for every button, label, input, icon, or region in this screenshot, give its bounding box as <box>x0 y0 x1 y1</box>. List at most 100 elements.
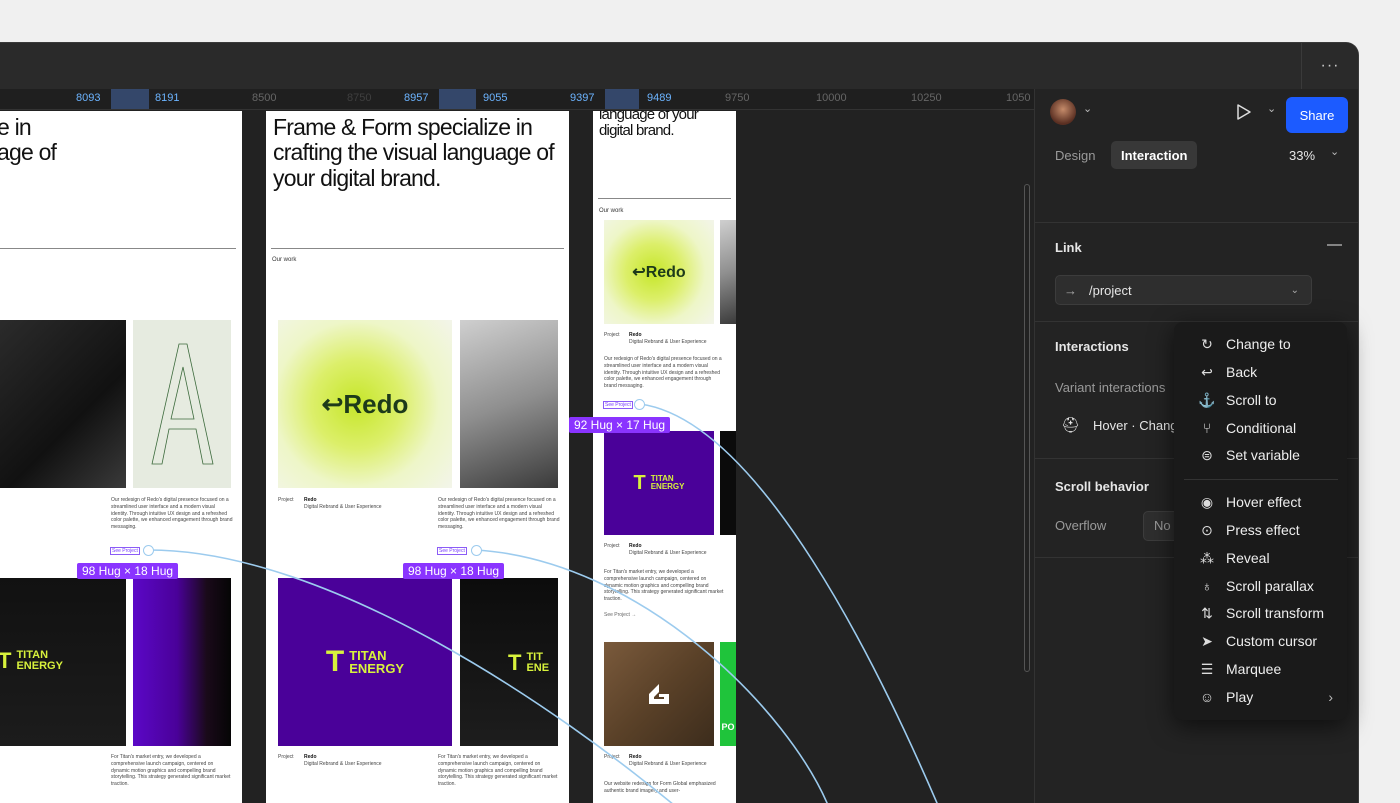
design-canvas[interactable]: e in age of Our redesign of Redo's digit… <box>0 110 1034 803</box>
event-photo <box>720 431 736 535</box>
project-caption: Our redesign of Redo's digital presence … <box>604 356 722 389</box>
app-window: ··· 8093 8191 8500 8750 8957 9055 9397 9… <box>0 43 1358 803</box>
chevron-down-icon[interactable]: ⌄ <box>1267 102 1276 115</box>
change-to-icon: ↻ <box>1201 335 1213 352</box>
project-description: Digital Rebrand & User Experience <box>629 339 707 345</box>
menu-item-label: Scroll parallax <box>1226 578 1314 594</box>
ruler-tick: 9750 <box>725 92 750 104</box>
arrow-right-icon: → <box>1064 282 1077 298</box>
menu-item-reveal[interactable]: ⁂ Reveal <box>1174 544 1347 572</box>
tab-interaction[interactable]: Interaction <box>1111 141 1198 169</box>
hover-icon: ⛑ <box>1061 417 1081 434</box>
green-card-text: PO <box>721 722 735 732</box>
menu-item-custom-cursor[interactable]: ➤ Custom cursor <box>1174 627 1347 655</box>
chevron-right-icon: › <box>1328 689 1333 705</box>
menu-item-hover-effect[interactable]: ◉ Hover effect <box>1174 488 1347 516</box>
collapse-icon[interactable]: — <box>1327 236 1342 253</box>
see-project-link[interactable]: See Project <box>603 401 633 409</box>
connection-handle[interactable] <box>471 545 482 556</box>
menu-item-press-effect[interactable]: ⊙ Press effect <box>1174 516 1347 544</box>
play-preview-icon[interactable] <box>1236 103 1252 121</box>
portrait-photo <box>0 320 126 488</box>
frame-tablet[interactable]: Frame & Form specialize in crafting the … <box>266 111 569 803</box>
project-name: Redo <box>304 497 317 503</box>
menu-item-label: Custom cursor <box>1226 633 1318 649</box>
letter-a-icon <box>151 343 214 465</box>
our-work-label: Our work <box>272 257 297 263</box>
field-photo <box>604 642 714 746</box>
size-badge: 98 Hug × 18 Hug <box>403 563 505 579</box>
chevron-down-icon: ⌄ <box>1290 284 1299 296</box>
more-icon: ··· <box>1320 57 1340 74</box>
ruler-tick: 9397 <box>570 92 595 104</box>
titan-logo: T TIT ENE <box>508 650 550 675</box>
hover-interaction-item[interactable]: Hover · Chang <box>1093 418 1178 433</box>
size-badge: 98 Hug × 18 Hug <box>77 563 179 579</box>
project-caption-3: Our website redesign for Form Global emp… <box>604 781 716 794</box>
zoom-level[interactable]: 33% <box>1289 141 1315 169</box>
redo-card: ↩Redo <box>278 320 452 488</box>
menu-item-label: Scroll to <box>1226 392 1277 408</box>
titan-logo: T TITAN ENERGY <box>0 648 63 673</box>
link-section: Link — <box>1035 222 1358 323</box>
menu-item-scroll-parallax[interactable]: ♁ Scroll parallax <box>1174 572 1347 600</box>
tab-design[interactable]: Design <box>1055 141 1095 169</box>
variant-interactions-label: Variant interactions <box>1055 380 1166 395</box>
titan-logo: T TITAN ENERGY <box>325 645 405 678</box>
menu-separator <box>1184 479 1338 480</box>
project-caption-2: For Titan's market entry, we developed a… <box>111 754 231 787</box>
share-button[interactable]: Share <box>1286 97 1348 133</box>
letter-a-card <box>133 320 231 488</box>
titan-logo: T TITAN ENERGY <box>633 472 685 494</box>
ruler-tick: 9489 <box>647 92 672 104</box>
menu-item-scroll-transform[interactable]: ⇅ Scroll transform <box>1174 599 1347 627</box>
link-field[interactable]: → /project ⌄ <box>1055 275 1312 305</box>
project-caption: Our redesign of Redo's digital presence … <box>438 497 560 530</box>
connection-handle[interactable] <box>634 399 645 410</box>
reveal-icon: ⁂ <box>1200 549 1214 566</box>
see-project-link-2[interactable]: See Project → <box>604 612 636 619</box>
marquee-icon: ☰ <box>1200 660 1214 677</box>
connection-handle[interactable] <box>143 545 154 556</box>
hero-heading: e in age of <box>0 114 57 166</box>
see-project-link[interactable]: See Project <box>110 547 140 555</box>
frame-mobile[interactable]: language of your digital brand. Our work… <box>593 111 736 803</box>
more-options-button[interactable]: ··· <box>1301 43 1358 89</box>
ruler-tick: 8750 <box>347 92 372 104</box>
menu-item-marquee[interactable]: ☰ Marquee <box>1174 655 1347 683</box>
user-avatar[interactable] <box>1050 99 1076 125</box>
chevron-down-icon[interactable]: ⌄ <box>1083 102 1092 115</box>
canvas-scrollbar[interactable] <box>1024 184 1030 672</box>
conditional-icon: ⑂ <box>1202 420 1212 436</box>
divider <box>598 198 731 199</box>
chevron-down-icon[interactable]: ⌄ <box>1330 145 1339 158</box>
title-bar: ··· <box>0 43 1358 90</box>
menu-item-scroll-to[interactable]: ⚓ Scroll to <box>1174 386 1347 414</box>
back-icon: ↩ <box>1201 363 1213 380</box>
menu-item-label: Play <box>1226 689 1254 705</box>
menu-item-conditional[interactable]: ⑂ Conditional <box>1174 414 1347 442</box>
menu-item-set-variable[interactable]: ⊜ Set variable <box>1174 441 1347 469</box>
link-title: Link <box>1055 240 1082 255</box>
project-label: Project <box>604 332 620 338</box>
project-description-2: Digital Rebrand & User Experience <box>629 550 707 556</box>
menu-item-label: Change to <box>1226 336 1291 352</box>
menu-item-back[interactable]: ↩ Back <box>1174 358 1347 386</box>
ruler-tick: 8957 <box>404 92 429 104</box>
project-description-2: Digital Rebrand & User Experience <box>304 761 382 767</box>
size-badge: 92 Hug × 17 Hug <box>569 417 671 433</box>
ruler-selection <box>439 89 476 109</box>
hero-heading: Frame & Form specialize in crafting the … <box>273 114 555 191</box>
project-label: Project <box>278 497 294 503</box>
custom-cursor-icon: ➤ <box>1201 632 1213 649</box>
menu-item-play[interactable]: ☺ Play › <box>1174 683 1347 711</box>
horizontal-ruler: 8093 8191 8500 8750 8957 9055 9397 9489 … <box>0 89 1034 110</box>
menu-item-change-to[interactable]: ↻ Change to <box>1174 330 1347 358</box>
scroll-parallax-icon: ♁ <box>1201 578 1213 594</box>
event-photo: T TIT ENE <box>460 578 558 746</box>
project-caption-2: For Titan's market entry, we developed a… <box>604 569 724 602</box>
hover-effect-icon: ◉ <box>1200 493 1214 510</box>
frame-desktop-1[interactable]: e in age of Our redesign of Redo's digit… <box>0 111 242 803</box>
ruler-tick: 10000 <box>816 92 847 104</box>
see-project-link[interactable]: See Project <box>437 547 467 555</box>
